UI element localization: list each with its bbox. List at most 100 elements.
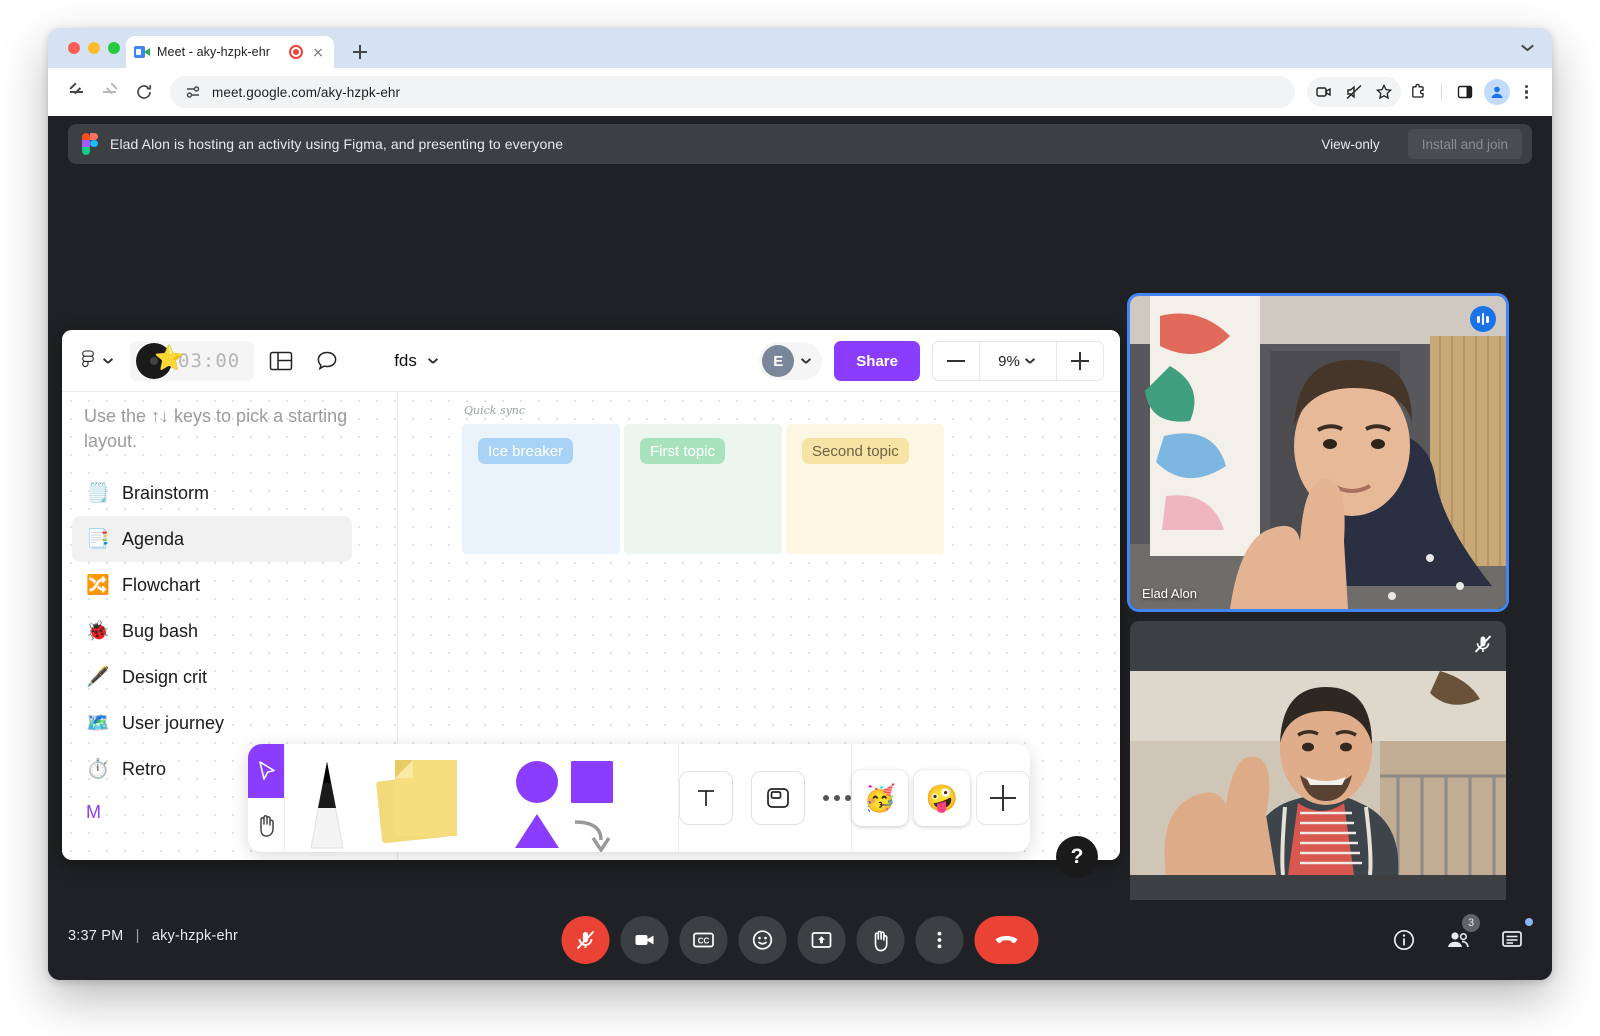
url-text: meet.google.com/aky-hzpk-ehr	[212, 84, 401, 100]
site-settings-icon[interactable]	[184, 83, 202, 101]
zoom-out-button[interactable]	[933, 342, 979, 380]
participant-tile-elad-alon[interactable]: Elad Alon	[1130, 296, 1506, 609]
zoom-level[interactable]: 9%	[979, 342, 1057, 380]
template-label: Agenda	[122, 528, 185, 549]
chevron-down-icon[interactable]	[1024, 354, 1038, 368]
more-dots-icon[interactable]	[823, 795, 851, 801]
column-ice-breaker[interactable]: Ice breaker	[462, 424, 620, 554]
help-button[interactable]: ?	[1056, 836, 1098, 878]
captions-button[interactable]: CC	[679, 916, 728, 964]
template-item-agenda[interactable]: 📑 Agenda	[72, 516, 352, 562]
template-label: User journey	[122, 712, 225, 733]
close-window-button[interactable]	[68, 42, 80, 54]
window-traffic-lights[interactable]	[68, 42, 120, 54]
bookmark-star-icon[interactable]	[1369, 77, 1399, 107]
mic-off-icon	[1472, 633, 1494, 655]
record-icon[interactable]	[289, 45, 303, 59]
people-button[interactable]: 3	[1438, 914, 1480, 960]
more-menu-icon[interactable]	[1514, 80, 1538, 104]
figma-activity-panel: ⭐ 03:00 fds E Share 9% Use the ↑↓ keys t…	[62, 330, 1120, 860]
leave-call-button[interactable]	[974, 916, 1039, 964]
divider	[1441, 83, 1442, 101]
reactions-button[interactable]	[738, 916, 787, 964]
microphone-button[interactable]	[561, 916, 610, 964]
layout-hint-text: Use the ↑↓ keys to pick a starting layou…	[84, 406, 348, 451]
agenda-icon: 📑	[86, 529, 110, 550]
browser-tab-strip: Meet - aky-hzpk-ehr	[48, 28, 1552, 68]
browser-tab[interactable]: Meet - aky-hzpk-ehr	[126, 36, 334, 68]
chevron-down-icon[interactable]	[800, 354, 814, 368]
participant-video	[1130, 671, 1506, 875]
audio-wave-icon	[1470, 306, 1496, 332]
zoom-level-value: 9%	[998, 352, 1020, 370]
column-second-topic[interactable]: Second topic	[786, 424, 944, 554]
template-item-user-journey[interactable]: 🗺️ User journey	[72, 700, 352, 746]
chat-unread-indicator	[1525, 918, 1533, 926]
meeting-info-text: 3:37 PM | aky-hzpk-ehr	[68, 928, 239, 944]
column-chip: First topic	[640, 438, 726, 464]
camera-button[interactable]	[620, 916, 669, 964]
comment-bubble-icon[interactable]	[308, 342, 346, 380]
svg-text:CC: CC	[698, 937, 710, 946]
add-sticker-button[interactable]	[976, 771, 1030, 825]
figma-canvas[interactable]: Use the ↑↓ keys to pick a starting layou…	[62, 392, 1120, 860]
meeting-details-button[interactable]	[1384, 920, 1424, 960]
browser-toolbar: meet.google.com/aky-hzpk-ehr	[48, 68, 1552, 116]
mute-site-icon[interactable]	[1339, 77, 1369, 107]
template-item-flowchart[interactable]: 🔀 Flowchart	[72, 562, 352, 608]
google-meet-icon	[134, 45, 150, 59]
chevron-down-icon[interactable]	[1522, 44, 1534, 56]
maximize-window-button[interactable]	[108, 42, 120, 54]
chat-button[interactable]	[1492, 918, 1533, 960]
chevron-down-icon[interactable]	[102, 354, 116, 368]
minimize-window-button[interactable]	[88, 42, 100, 54]
close-icon[interactable]	[310, 44, 326, 60]
document-title[interactable]: fds	[394, 351, 417, 371]
hand-pan-icon[interactable]	[248, 798, 284, 852]
share-button[interactable]: Share	[834, 341, 920, 381]
template-label: Design crit	[122, 666, 208, 687]
party-monster-sticker[interactable]: 🤪	[914, 770, 970, 826]
frame-tool-icon[interactable]	[751, 771, 805, 825]
layout-panel-icon[interactable]	[262, 342, 300, 380]
extensions-icon[interactable]	[1403, 77, 1433, 107]
more-templates-link[interactable]: M	[86, 802, 101, 823]
shapes-icon[interactable]	[479, 744, 679, 852]
participant-tile-francois[interactable]: Francois	[1130, 621, 1506, 932]
zoom-in-button[interactable]	[1057, 342, 1103, 380]
new-tab-button[interactable]	[348, 40, 372, 64]
column-first-topic[interactable]: First topic	[624, 424, 782, 554]
present-button[interactable]	[797, 916, 846, 964]
side-panel-icon[interactable]	[1450, 77, 1480, 107]
meet-bottom-bar: 3:37 PM | aky-hzpk-ehr CC 3	[48, 900, 1552, 980]
meeting-code: aky-hzpk-ehr	[151, 928, 239, 944]
pen-tool-icon[interactable]	[285, 744, 369, 852]
cursor-arrow-icon[interactable]	[248, 744, 285, 798]
sticky-note-icon[interactable]	[369, 744, 479, 852]
back-arrow-icon[interactable]	[62, 78, 90, 106]
raise-hand-button[interactable]	[856, 916, 905, 964]
collaborator-avatar-group[interactable]: E	[759, 342, 823, 380]
tab-title: Meet - aky-hzpk-ehr	[157, 45, 271, 59]
camera-icon[interactable]	[1309, 77, 1339, 107]
figma-toolbar: ⭐ 03:00 fds E Share 9%	[62, 330, 1120, 392]
template-label: Brainstorm	[122, 482, 210, 503]
install-and-join-button[interactable]: Install and join	[1407, 129, 1522, 159]
address-bar[interactable]: meet.google.com/aky-hzpk-ehr	[170, 76, 1295, 108]
activity-timer[interactable]: ⭐ 03:00	[130, 340, 255, 381]
meet-right-controls: 3	[1384, 914, 1533, 960]
forward-arrow-icon[interactable]	[96, 78, 124, 106]
figma-logo-icon[interactable]	[80, 349, 98, 372]
text-tool-icon[interactable]	[679, 771, 733, 825]
desktop-background: Meet - aky-hzpk-ehr meet.google.com/aky-…	[0, 0, 1600, 1036]
profile-icon[interactable]	[1482, 77, 1512, 107]
template-item-bug-bash[interactable]: 🐞 Bug bash	[72, 608, 352, 654]
more-options-button[interactable]	[915, 916, 964, 964]
party-face-sticker[interactable]: 🥳	[852, 770, 908, 826]
document-title-chevron-icon[interactable]	[427, 354, 441, 368]
template-item-design-crit[interactable]: 🖋️ Design crit	[72, 654, 352, 700]
reload-icon[interactable]	[130, 78, 158, 106]
pen-icon: 🖋️	[86, 667, 110, 688]
template-item-brainstorm[interactable]: 🗒️ Brainstorm	[72, 470, 352, 516]
brainstorm-icon: 🗒️	[86, 483, 110, 504]
